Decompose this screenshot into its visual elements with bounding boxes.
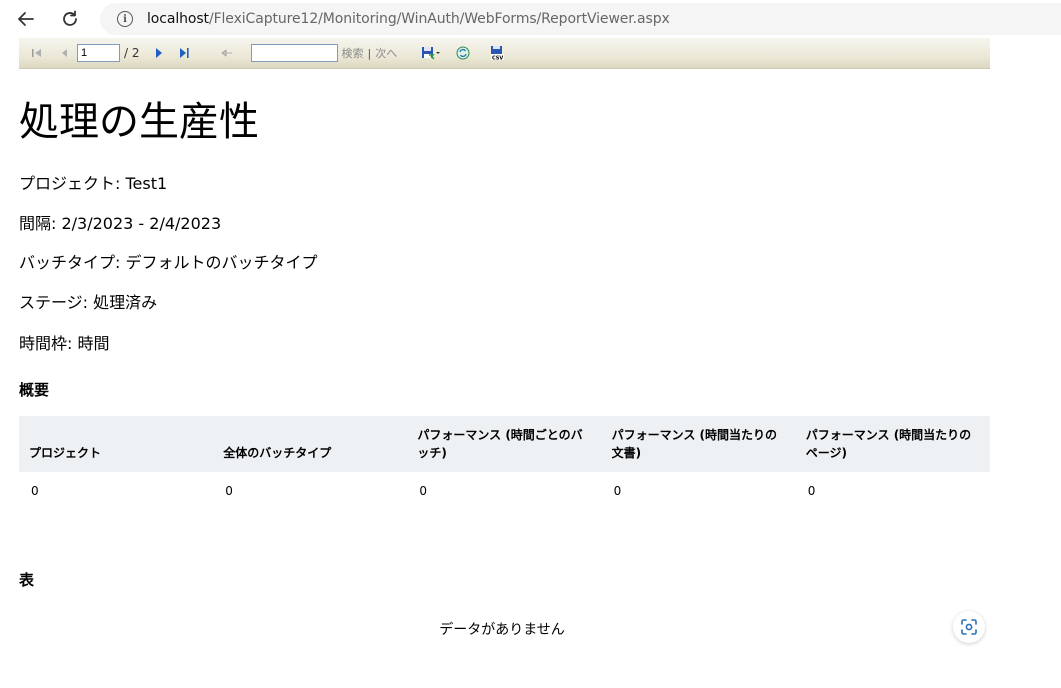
screenshot-icon [961,619,977,635]
address-bar[interactable]: i localhost/FlexiCapture12/Monitoring/Wi… [100,3,1061,35]
previous-page-button[interactable] [55,43,75,63]
screenshot-button[interactable] [953,611,985,643]
find-next-link[interactable]: 次へ [375,45,397,61]
report-title: 処理の生産性 [19,99,259,145]
no-data-message: データがありません [439,622,565,638]
cell-project: 0 [31,484,39,498]
column-header-batch-type: 全体のバッチタイプ [213,416,408,472]
cell-batches-per-hour: 0 [419,484,428,498]
cell-batch-type: 0 [225,484,233,498]
page-total: / 2 [124,46,140,60]
find-separator: | [367,46,372,60]
back-to-parent-button[interactable] [217,43,237,63]
next-page-button[interactable] [148,43,168,63]
refresh-button[interactable] [453,43,473,63]
column-header-batches-per-hour: パフォーマンス (時間ごとのバッチ) [407,416,602,472]
param-stage: ステージ: 処理済み [19,293,158,312]
export-button[interactable] [417,43,445,63]
browser-bar: i localhost/FlexiCapture12/Monitoring/Wi… [0,0,1061,38]
export-csv-button[interactable]: CSV [487,43,507,63]
save-icon [422,47,441,60]
first-page-button[interactable] [27,43,47,63]
report-toolbar: / 2 検索 | 次へ CSV [19,38,990,69]
back-button[interactable] [6,0,46,38]
csv-save-icon: CSV [491,46,505,61]
previous-page-icon [62,49,67,57]
last-page-icon [179,48,189,58]
param-batch-type: バッチタイプ: デフォルトのバッチタイプ [19,253,318,272]
summary-header-row: プロジェクト 全体のバッチタイプ パフォーマンス (時間ごとのバッチ) パフォー… [19,416,990,472]
param-project: プロジェクト: Test1 [19,174,168,193]
cell-pages-per-hour: 0 [807,484,816,498]
summary-heading: 概要 [19,381,50,399]
refresh-icon [456,46,470,60]
next-page-icon [155,48,162,58]
url-text: localhost/FlexiCapture12/Monitoring/WinA… [147,11,670,27]
column-header-project: プロジェクト [19,416,214,472]
first-page-icon [32,49,41,57]
arrow-back-icon [220,49,232,57]
summary-table: プロジェクト 全体のバッチタイプ パフォーマンス (時間ごとのバッチ) パフォー… [19,416,990,510]
reload-icon [63,10,77,26]
find-input[interactable] [250,44,338,62]
last-page-button[interactable] [174,43,194,63]
svg-text:CSV: CSV [492,56,503,61]
cell-documents-per-hour: 0 [613,484,622,498]
param-time-frame: 時間枠: 時間 [19,334,110,353]
table-row: 0 0 0 0 0 [19,472,990,510]
column-header-documents-per-hour: パフォーマンス (時間当たりの文書) [601,416,796,472]
table-heading: 表 [19,571,35,589]
param-interval: 間隔: 2/3/2023 - 2/4/2023 [19,214,222,233]
reload-button[interactable] [50,0,90,38]
column-header-pages-per-hour: パフォーマンス (時間当たりのページ) [795,416,990,472]
arrow-left-icon [18,12,34,26]
current-page-input[interactable] [77,44,120,62]
info-icon[interactable]: i [117,11,133,27]
find-link[interactable]: 検索 [342,45,364,61]
